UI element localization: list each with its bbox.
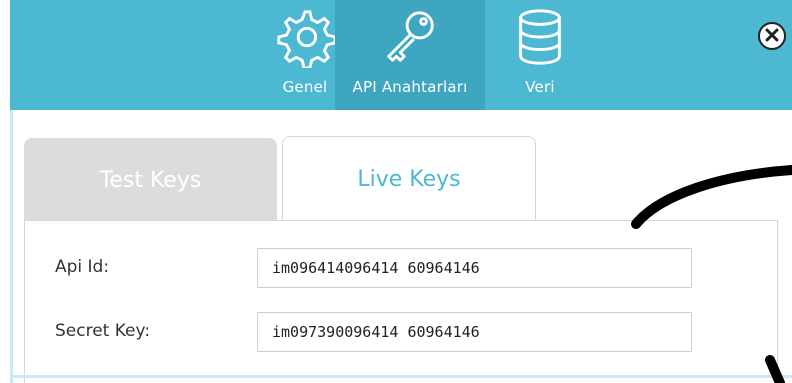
nav-item-veri[interactable]: Veri	[465, 0, 615, 110]
gear-icon	[274, 6, 337, 72]
nav-item-label: API Anahtarları	[352, 78, 468, 96]
settings-window: Genel API Anahtarları Veri Test Keys Liv…	[0, 0, 792, 383]
database-icon	[512, 6, 568, 72]
tab-live-keys[interactable]: Live Keys	[282, 136, 536, 222]
bottom-border	[10, 375, 792, 378]
keys-panel: Api Id: im096414096414 60964146 Secret K…	[24, 220, 778, 383]
nav-item-api-anahtarlari[interactable]: API Anahtarları	[335, 0, 485, 110]
top-navigation-bar: Genel API Anahtarları Veri	[10, 0, 792, 110]
nav-item-label: Veri	[525, 78, 555, 96]
close-icon	[765, 27, 779, 46]
secret-key-field[interactable]: im097390096414 60964146	[257, 312, 692, 352]
api-id-field[interactable]: im096414096414 60964146	[257, 248, 692, 288]
api-id-label: Api Id:	[55, 257, 110, 277]
secret-key-label: Secret Key:	[55, 321, 151, 341]
tab-test-keys[interactable]: Test Keys	[24, 138, 277, 222]
key-icon	[379, 6, 441, 72]
close-button[interactable]	[758, 22, 786, 50]
